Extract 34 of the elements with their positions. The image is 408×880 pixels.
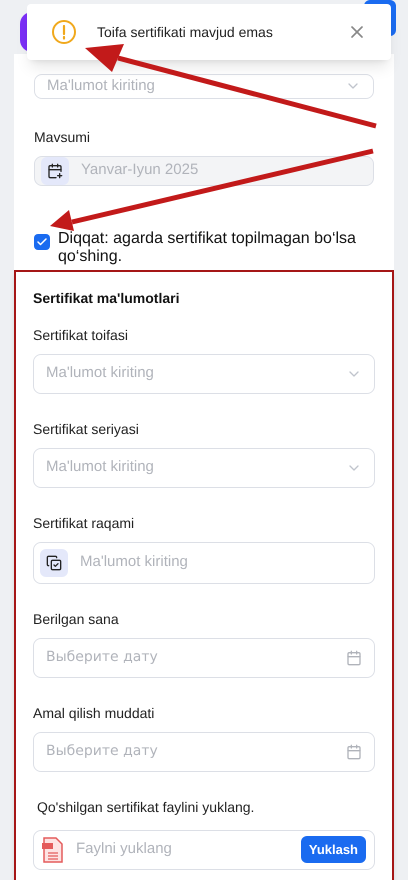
- placeholder-text: Ma'lumot kiriting: [46, 457, 154, 478]
- placeholder-text: Faylni yuklang: [76, 839, 173, 860]
- input-field[interactable]: Ma'lumot kiriting: [33, 542, 375, 584]
- select-field[interactable]: Ma'lumot kiriting: [34, 74, 374, 98]
- calendar-icon: [346, 650, 362, 666]
- copy-check-icon: [40, 548, 68, 576]
- field-label: Berilgan sana: [33, 610, 120, 629]
- placeholder-text: Ma'lumot kiriting: [80, 552, 188, 572]
- placeholder-text: Выберите дату: [46, 742, 158, 761]
- checkbox[interactable]: [34, 234, 50, 250]
- calendar-plus-icon: [41, 156, 69, 184]
- placeholder-text: Ma'lumot kiriting: [47, 76, 155, 96]
- date-field[interactable]: Выберите дату: [33, 732, 375, 772]
- checkbox-label: Diqqat: agarda sertifikat topilmagan bo‘lsa qo‘shing.: [58, 230, 357, 266]
- field-label: Sertifikat seriyasi: [33, 420, 140, 439]
- check-icon: [36, 236, 48, 248]
- select-field[interactable]: Ma'lumot kiriting: [33, 354, 375, 394]
- upload-label: Qo'shilgan sertifikat faylini yuklang.: [37, 798, 256, 817]
- field-label: Amal qilish muddati: [33, 704, 156, 723]
- pdf-file-icon: [42, 836, 64, 862]
- upload-button[interactable]: Yuklash: [300, 836, 366, 864]
- section-title: Sertifikat ma'lumotlari: [33, 288, 180, 308]
- warning-icon: [51, 19, 77, 45]
- calendar-icon: [346, 744, 362, 760]
- toast-message: Toifa sertifikati mavjud emas: [97, 22, 274, 42]
- placeholder-text: Выберите дату: [46, 648, 158, 667]
- placeholder-text: Ma'lumot kiriting: [46, 363, 154, 384]
- select-field[interactable]: Ma'lumot kiriting: [33, 448, 375, 488]
- field-value: Yanvar-Iyun 2025: [81, 160, 198, 180]
- field-label: Sertifikat raqami: [33, 514, 136, 533]
- upload-field[interactable]: Faylni yuklang Yuklash: [33, 830, 375, 870]
- field-label: Mavsumi: [34, 128, 92, 146]
- date-field[interactable]: Выберите дату: [33, 638, 375, 678]
- field-label: Sertifikat toifasi: [33, 326, 129, 344]
